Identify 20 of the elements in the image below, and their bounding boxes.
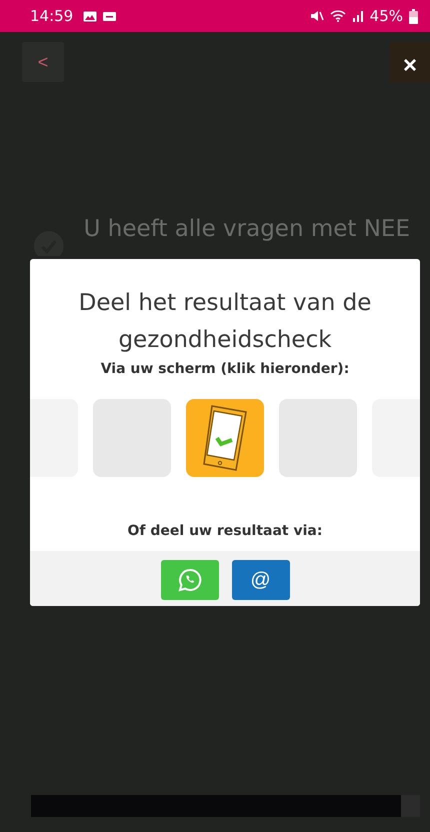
battery-icon xyxy=(409,8,418,24)
close-button[interactable]: × xyxy=(390,42,430,82)
email-button[interactable]: @ xyxy=(232,560,290,600)
battery-percent: 45% xyxy=(370,7,403,25)
status-time: 14:59 xyxy=(30,7,74,25)
bottom-square xyxy=(401,795,420,817)
wifi-icon xyxy=(330,10,346,22)
chat-phone-icon xyxy=(178,568,202,592)
result-heading: U heeft alle vragen met NEE xyxy=(84,216,410,242)
whatsapp-button[interactable] xyxy=(160,560,218,600)
back-button[interactable]: < xyxy=(22,42,64,82)
tablet-check-icon xyxy=(202,404,248,472)
screen-tile[interactable] xyxy=(186,399,264,477)
dialog-title: Deel het resultaat van de gezondheidscheck xyxy=(78,289,372,355)
message-icon xyxy=(103,12,116,20)
mute-icon xyxy=(310,10,324,22)
signal-icon xyxy=(352,10,364,22)
share-label: Of deel uw resultaat via: xyxy=(128,523,322,539)
dialog-subtitle: Via uw scherm (klik hieronder): xyxy=(100,361,350,377)
image-icon xyxy=(83,10,98,22)
